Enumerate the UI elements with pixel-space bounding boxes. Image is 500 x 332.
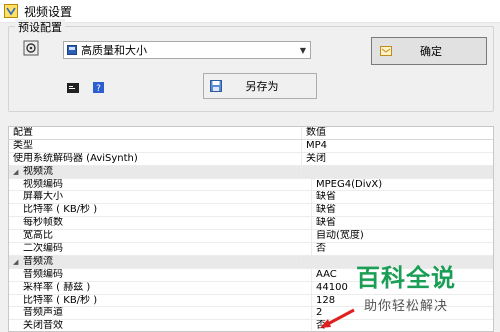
watermark: 百科全说 助你轻松解决 — [336, 258, 476, 314]
chevron-down-icon[interactable]: ▼ — [296, 46, 310, 55]
table-row[interactable]: 宽高比 自动(宽度) — [9, 230, 493, 244]
row-name: 音频编码 — [9, 268, 312, 281]
help-icon[interactable]: ? — [93, 82, 104, 93]
row-name-text: 视频流 — [23, 165, 53, 177]
collapse-triangle-icon[interactable]: ◢ — [13, 257, 23, 268]
watermark-subtitle: 助你轻松解决 — [363, 299, 448, 314]
row-name-text: 比特率 ( KB/秒 ) — [23, 294, 98, 306]
row-name-text: 音频编码 — [23, 268, 63, 280]
row-name: 宽高比 — [9, 230, 312, 243]
table-row[interactable]: 使用系统解码器 (AviSynth) 关闭 — [9, 152, 493, 166]
table-row[interactable]: 二次编码 否 — [9, 243, 493, 256]
red-arrow-icon — [320, 308, 355, 328]
row-value[interactable]: 缺省 — [312, 217, 493, 229]
row-value[interactable]: 缺省 — [312, 191, 493, 203]
svg-text:?: ? — [96, 84, 101, 93]
row-name-text: 宽高比 — [23, 230, 53, 242]
row-name: 音频声道 — [9, 307, 312, 320]
preset-group-legend: 预设配置 — [15, 19, 65, 35]
table-header: 配置 数值 — [9, 127, 493, 140]
row-name-text: 音频声道 — [23, 307, 63, 319]
watermark-title: 百科全说 — [356, 264, 456, 292]
table-row[interactable]: 屏幕大小 缺省 — [9, 191, 493, 205]
row-name-text: 每秒帧数 — [23, 217, 63, 229]
table-row[interactable]: 比特率 ( KB/秒 ) 缺省 — [9, 204, 493, 218]
table-section-row[interactable]: ◢ 视频流 — [9, 165, 493, 179]
row-name: 比特率 ( KB/秒 ) — [9, 204, 312, 217]
row-name: 屏幕大小 — [9, 191, 312, 204]
row-name-text: 视频编码 — [23, 178, 63, 190]
row-name-text: 采样率 ( 赫兹 ) — [23, 281, 91, 293]
table-row[interactable]: 类型 MP4 — [9, 139, 493, 153]
ok-button-label: 确定 — [420, 45, 442, 58]
section-label: ◢ 音频流 — [9, 255, 302, 268]
row-value[interactable]: 关闭 — [302, 153, 493, 165]
column-header-name: 配置 — [9, 127, 302, 139]
window-title: 视频设置 — [24, 4, 73, 19]
ok-icon — [380, 46, 392, 56]
collapse-triangle-icon[interactable]: ◢ — [13, 167, 23, 178]
console-icon[interactable] — [67, 83, 79, 93]
row-name: 类型 — [9, 139, 302, 152]
row-name: 二次编码 — [9, 243, 312, 255]
save-as-button-label: 另存为 — [245, 80, 279, 93]
table-row[interactable]: 视频编码 MPEG4(DivX) — [9, 178, 493, 192]
preset-group: 预设配置 高质量和大小 ▼ 确定 ? 另存为 — [8, 19, 494, 112]
row-name-text: 使用系统解码器 (AviSynth) — [13, 152, 138, 164]
save-as-button[interactable]: 另存为 — [203, 73, 317, 99]
row-name: 使用系统解码器 (AviSynth) — [9, 152, 302, 165]
row-name-text: 音频流 — [23, 255, 53, 267]
row-name: 采样率 ( 赫兹 ) — [9, 281, 312, 294]
row-value[interactable]: MP4 — [302, 140, 493, 152]
row-value[interactable]: MPEG4(DivX) — [312, 179, 493, 191]
table-row[interactable]: 关闭音效否 — [9, 320, 493, 331]
row-name-text: 屏幕大小 — [23, 191, 63, 203]
row-value[interactable]: 否 — [312, 243, 493, 255]
section-label: ◢ 视频流 — [9, 165, 302, 178]
save-icon — [210, 80, 222, 92]
row-value[interactable]: 自动(宽度) — [312, 230, 493, 242]
table-row[interactable]: 每秒帧数 缺省 — [9, 217, 493, 231]
preset-select[interactable]: 高质量和大小 ▼ — [63, 41, 311, 59]
preset-settings-icon — [23, 40, 39, 56]
row-value[interactable]: 缺省 — [312, 204, 493, 216]
row-name-text: 二次编码 — [23, 243, 63, 255]
row-name: 视频编码 — [9, 178, 312, 191]
row-name: 比特率 ( KB/秒 ) — [9, 294, 312, 307]
title-bar: 视频设置 — [0, 0, 500, 23]
column-header-value: 数值 — [306, 127, 326, 138]
row-name-text: 类型 — [13, 139, 33, 151]
app-icon — [4, 4, 18, 18]
preset-item-icon — [67, 45, 77, 55]
row-value — [302, 166, 493, 178]
row-name-text: 比特率 ( KB/秒 ) — [23, 204, 98, 216]
row-name: 关闭音效 — [9, 320, 312, 331]
preset-select-value: 高质量和大小 — [81, 44, 147, 57]
ok-button[interactable]: 确定 — [371, 37, 487, 65]
row-name: 每秒帧数 — [9, 217, 312, 230]
